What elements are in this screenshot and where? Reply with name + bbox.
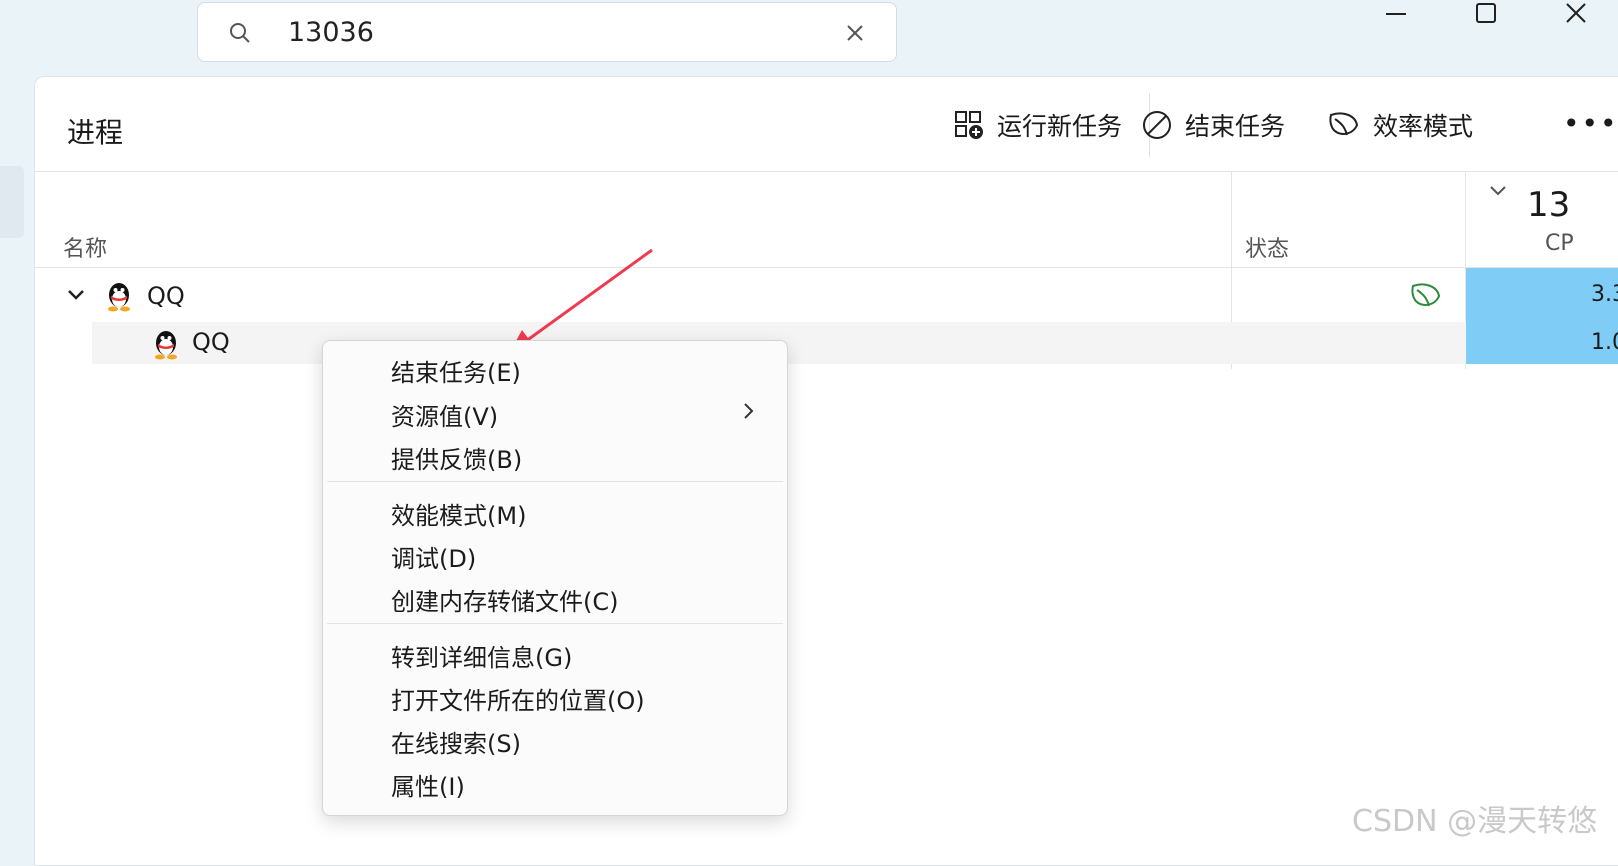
menu-divider: [327, 481, 783, 482]
more-options-button[interactable]: •••: [1563, 107, 1618, 140]
chevron-down-icon[interactable]: [65, 286, 87, 304]
name-column-header[interactable]: 名称: [63, 231, 107, 263]
menu-item-go-to-details[interactable]: 转到详细信息(G): [391, 638, 572, 673]
menu-item-end-task[interactable]: 结束任务(E): [391, 353, 521, 388]
cpu-value: 3.3: [1591, 282, 1618, 307]
menu-item-debug[interactable]: 调试(D): [391, 539, 476, 574]
cpu-cell: 1.0: [1466, 322, 1618, 364]
menu-item-search-online[interactable]: 在线搜索(S): [391, 724, 521, 759]
menu-item-efficiency-mode[interactable]: 效能模式(M): [391, 496, 526, 531]
qq-penguin-icon: [155, 331, 177, 360]
page-title: 进程: [67, 116, 124, 149]
table-row[interactable]: QQ 3.3: [35, 268, 1618, 324]
efficiency-leaf-icon: [1411, 283, 1441, 307]
end-task-label: 结束任务: [1185, 112, 1286, 141]
menu-item-feedback[interactable]: 提供反馈(B): [391, 440, 522, 475]
run-new-task-button[interactable]: 运行新任务: [953, 107, 1122, 143]
cpu-value: 1.0: [1591, 330, 1618, 355]
search-input[interactable]: 13036: [288, 17, 374, 48]
run-new-task-label: 运行新任务: [997, 112, 1123, 141]
minimize-icon[interactable]: [1366, 0, 1426, 32]
clear-icon[interactable]: [843, 21, 867, 45]
cpu-column-header[interactable]: CP: [1545, 231, 1574, 256]
watermark: CSDN @漫天转悠: [1352, 804, 1598, 839]
prohibited-icon: [1143, 111, 1171, 139]
end-task-button[interactable]: 结束任务: [1141, 107, 1285, 143]
menu-item-resource-values[interactable]: 资源值(V): [391, 397, 498, 432]
run-task-icon: [955, 111, 983, 139]
sort-chevron-icon[interactable]: [1487, 183, 1509, 199]
process-name: QQ: [192, 328, 230, 356]
menu-divider: [327, 623, 783, 624]
status-column-header[interactable]: 状态: [1245, 231, 1289, 263]
processes-panel: 进程 运行新任务 结束任务 效率模式 ••• 13 名称 状态 CP QQ 3.…: [34, 76, 1618, 866]
toolbar-bottom-divider: [35, 171, 1618, 172]
menu-item-create-dump[interactable]: 创建内存转储文件(C): [391, 582, 618, 617]
cpu-cell: 3.3: [1466, 268, 1618, 324]
search-box[interactable]: 13036: [197, 2, 897, 62]
title-bar: 13036: [0, 0, 1618, 76]
efficiency-mode-label: 效率模式: [1373, 112, 1474, 141]
menu-item-properties[interactable]: 属性(I): [391, 767, 465, 802]
sidebar-edge: [0, 166, 24, 238]
process-name: QQ: [147, 282, 185, 310]
search-icon: [230, 23, 250, 43]
qq-penguin-icon: [108, 283, 130, 312]
cpu-total-percent: 13: [1527, 185, 1571, 225]
menu-item-open-file-location[interactable]: 打开文件所在的位置(O): [391, 681, 645, 716]
context-menu: 结束任务(E) 资源值(V) 提供反馈(B) 效能模式(M) 调试(D) 创建内…: [322, 340, 788, 816]
efficiency-mode-button[interactable]: 效率模式: [1327, 107, 1473, 143]
close-icon[interactable]: [1546, 0, 1606, 32]
chevron-right-icon: [744, 403, 754, 419]
maximize-icon[interactable]: [1456, 0, 1516, 32]
leaf-icon: [1329, 112, 1359, 136]
